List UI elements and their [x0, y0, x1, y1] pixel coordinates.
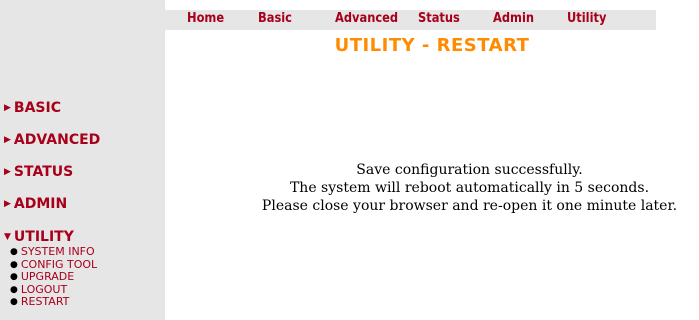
- sidebar-item-advanced[interactable]: ▶ ADVANCED: [4, 132, 100, 148]
- sidebar-item-label: STATUS: [13, 164, 74, 180]
- nav-link-home[interactable]: Home: [187, 11, 224, 26]
- sidebar-item-basic[interactable]: ▶ BASIC: [4, 100, 61, 116]
- restart-message: Save configuration successfully. The sys…: [240, 161, 699, 215]
- triangle-right-icon: ▶: [4, 167, 11, 177]
- bullet-dot-icon: ●: [10, 272, 18, 282]
- bullet-dot-icon: ●: [10, 297, 18, 307]
- bullet-dot-icon: ●: [10, 247, 18, 257]
- message-line-close-browser: Please close your browser and re-open it…: [261, 198, 678, 214]
- utility-submenu: ● SYSTEM INFO ● CONFIG TOOL ● UPGRADE ● LOGO…: [10, 245, 97, 309]
- bullet-dot-icon: ●: [10, 284, 18, 295]
- nav-link-status[interactable]: Status: [418, 11, 460, 26]
- sidebar-item-utility[interactable]: ▼ UTILITY: [4, 229, 74, 245]
- message-line-saved: Save configuration successfully.: [356, 162, 583, 178]
- nav-link-admin[interactable]: Admin: [493, 11, 534, 26]
- triangle-right-icon: ▶: [4, 103, 11, 113]
- sidebar-item-admin[interactable]: ▶ ADMIN: [4, 196, 67, 212]
- sidebar-item-label: ADMIN: [13, 196, 68, 212]
- top-navigation-bar: Home Basic Advanced Status Admin Utility: [165, 10, 656, 30]
- triangle-down-icon: ▼: [4, 232, 11, 242]
- message-line-reboot: The system will reboot automatically in …: [289, 180, 650, 196]
- sidebar: ▶ BASIC ▶ ADVANCED ▶ STATUS ▶ ADMIN ▼ UTILITY…: [0, 0, 165, 320]
- sidebar-item-label: UTILITY: [13, 229, 74, 245]
- nav-link-utility[interactable]: Utility: [567, 11, 606, 26]
- nav-link-advanced[interactable]: Advanced: [335, 11, 398, 26]
- sidebar-item-label: BASIC: [13, 100, 61, 116]
- page-title: UTILITY - RESTART: [334, 35, 530, 56]
- triangle-right-icon: ▶: [4, 135, 11, 145]
- nav-link-basic[interactable]: Basic: [258, 11, 292, 26]
- triangle-right-icon: ▶: [4, 199, 11, 209]
- submenu-item-restart[interactable]: ● RESTART: [10, 295, 97, 309]
- sidebar-item-label: ADVANCED: [13, 132, 101, 148]
- sidebar-item-status[interactable]: ▶ STATUS: [4, 164, 73, 180]
- bullet-dot-icon: ●: [10, 259, 18, 270]
